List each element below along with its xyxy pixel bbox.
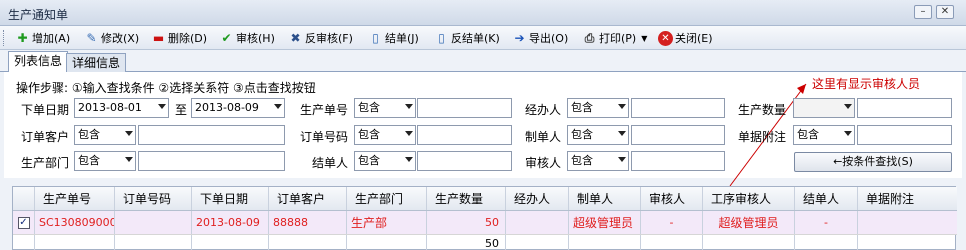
summary-cell [269, 235, 347, 250]
column-header[interactable]: 结单人 [795, 187, 858, 210]
chevron-down-icon [158, 104, 166, 109]
prod-no-operator[interactable]: 包含 [354, 98, 416, 118]
cell-auditor: - [641, 211, 703, 234]
column-header[interactable]: 制单人 [569, 187, 641, 210]
prod-no-input[interactable] [417, 98, 512, 118]
row-checkbox[interactable]: ✓ [17, 216, 30, 229]
cell-dept: 生产部 [347, 211, 427, 234]
summary-row: 50 [13, 235, 957, 250]
chevron-down-icon [405, 131, 413, 136]
qty-label: 生产数量 [738, 103, 787, 117]
column-header[interactable]: 订单客户 [269, 187, 347, 210]
order-no-operator[interactable]: 包含 [354, 125, 416, 145]
order-no-input[interactable] [417, 125, 512, 145]
chevron-down-icon [274, 104, 282, 109]
column-header[interactable]: 生产部门 [347, 187, 427, 210]
auditor-label: 审核人 [525, 156, 562, 170]
summary-cell [858, 235, 957, 250]
column-header[interactable]: 下单日期 [192, 187, 269, 210]
grid-header: 生产单号 订单号码 下单日期 订单客户 生产部门 生产数量 经办人 制单人 审核… [13, 187, 957, 211]
date-to-picker[interactable]: 2013-08-09 [191, 98, 285, 118]
summary-cell [347, 235, 427, 250]
chevron-down-icon [125, 157, 133, 162]
handler-label: 经办人 [525, 103, 562, 117]
row-checkbox-cell: ✓ [13, 211, 35, 234]
cell-handler [506, 211, 569, 234]
chevron-down-icon [405, 104, 413, 109]
summary-cell [703, 235, 795, 250]
qty-operator[interactable] [793, 98, 855, 118]
cell-qty: 50 [427, 211, 506, 234]
closer-label: 结单人 [312, 156, 349, 170]
column-header[interactable]: 生产单号 [35, 187, 115, 210]
date-from-picker[interactable]: 2013-08-01 [74, 98, 169, 118]
column-header[interactable]: 工序审核人 [703, 187, 795, 210]
prod-no-label: 生产单号 [300, 103, 349, 117]
chevron-down-icon [844, 131, 852, 136]
cell-proc-auditor: 超级管理员 [703, 211, 795, 234]
customer-input[interactable] [138, 125, 285, 145]
summary-cell [35, 235, 115, 250]
column-header[interactable]: 经办人 [506, 187, 569, 210]
summary-cell [641, 235, 703, 250]
chevron-down-icon [618, 131, 626, 136]
cell-order-no [115, 211, 192, 234]
chevron-down-icon [405, 157, 413, 162]
qty-input[interactable] [857, 98, 952, 118]
cell-customer: 88888 [269, 211, 347, 234]
remark-input[interactable] [857, 125, 952, 145]
summary-cell [115, 235, 192, 250]
handler-operator[interactable]: 包含 [567, 98, 629, 118]
auditor-operator[interactable]: 包含 [567, 151, 629, 171]
summary-cell [795, 235, 858, 250]
cell-prod-no: SC1308090001 [35, 211, 115, 234]
table-row[interactable]: ✓ SC1308090001 2013-08-09 88888 生产部 50 超… [13, 211, 957, 235]
column-header[interactable]: 单据附注 [858, 187, 957, 210]
cell-closer: - [795, 211, 858, 234]
to-label: 至 [175, 103, 188, 117]
dept-input[interactable] [138, 151, 285, 171]
summary-qty: 50 [427, 235, 506, 250]
search-button[interactable]: ←按条件查找(S) [794, 152, 952, 172]
customer-label: 订单客户 [21, 130, 70, 144]
data-grid: 生产单号 订单号码 下单日期 订单客户 生产部门 生产数量 经办人 制单人 审核… [12, 186, 957, 250]
cell-remark [858, 211, 957, 234]
dept-operator[interactable]: 包含 [74, 151, 136, 171]
handler-input[interactable] [631, 98, 725, 118]
closer-operator[interactable]: 包含 [354, 151, 416, 171]
column-header[interactable]: 审核人 [641, 187, 703, 210]
cell-maker: 超级管理员 [569, 211, 641, 234]
closer-input[interactable] [417, 151, 512, 171]
chevron-down-icon [125, 131, 133, 136]
arrowhead-icon [797, 84, 806, 94]
column-header[interactable]: 订单号码 [115, 187, 192, 210]
cell-date: 2013-08-09 [192, 211, 269, 234]
order-date-label: 下单日期 [21, 103, 70, 117]
customer-operator[interactable]: 包含 [74, 125, 136, 145]
column-header[interactable]: 生产数量 [427, 187, 506, 210]
summary-cell [569, 235, 641, 250]
summary-cell [192, 235, 269, 250]
maker-input[interactable] [631, 125, 725, 145]
chevron-down-icon [618, 157, 626, 162]
summary-cell [13, 235, 35, 250]
chevron-down-icon [618, 104, 626, 109]
header-checkbox-cell [13, 187, 35, 210]
chevron-down-icon [844, 104, 852, 109]
remark-operator[interactable]: 包含 [793, 125, 855, 145]
maker-label: 制单人 [525, 130, 562, 144]
dept-label: 生产部门 [21, 156, 70, 170]
order-no-label: 订单号码 [300, 130, 349, 144]
auditor-input[interactable] [631, 151, 725, 171]
summary-cell [506, 235, 569, 250]
maker-operator[interactable]: 包含 [567, 125, 629, 145]
remark-label: 单据附注 [738, 130, 787, 144]
